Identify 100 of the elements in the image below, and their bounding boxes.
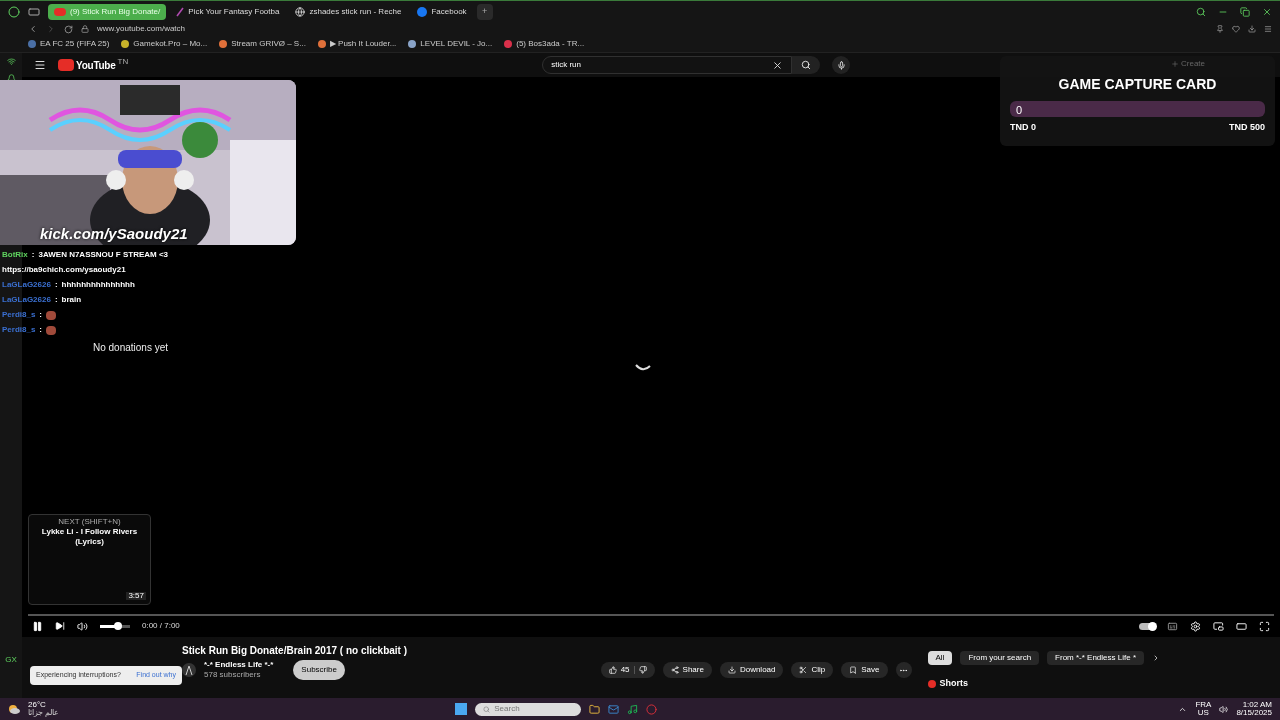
tab-label: zshades stick run - Reche xyxy=(309,5,402,18)
channel-avatar-icon[interactable] xyxy=(182,663,196,677)
browser-tab[interactable]: Pick Your Fantasy Footba xyxy=(170,3,286,20)
heart-icon[interactable] xyxy=(1232,25,1240,33)
chat-message: hhhhhhhhhhhhhhh xyxy=(61,279,135,291)
emote-icon xyxy=(46,325,57,335)
video-logo-icon xyxy=(54,7,66,16)
emote-icon xyxy=(46,310,57,320)
settings-icon[interactable] xyxy=(1190,620,1201,632)
more-button[interactable] xyxy=(895,662,912,678)
logo-text: YouTube xyxy=(76,58,116,73)
close-icon[interactable] xyxy=(1262,6,1272,17)
play-logo-icon xyxy=(58,59,74,71)
chat-username: LaGLaG2626 xyxy=(2,279,51,291)
filter-chip[interactable]: From your search xyxy=(960,651,1040,665)
scissors-icon xyxy=(799,666,808,674)
back-icon[interactable] xyxy=(28,24,38,34)
filter-chip[interactable]: All xyxy=(927,651,953,665)
section-heading: Shorts xyxy=(939,677,968,690)
chat-message: brain xyxy=(61,294,82,306)
share-icon xyxy=(670,666,679,674)
action-button[interactable]: Save xyxy=(841,662,888,678)
folder-icon[interactable] xyxy=(589,703,601,715)
restore-icon[interactable] xyxy=(1240,6,1250,17)
like-count[interactable]: 45 xyxy=(620,664,630,676)
chat-message: 3AWEN N7ASSNOU F STREAM <3 xyxy=(38,249,169,261)
action-button[interactable]: Share xyxy=(662,662,712,678)
chat-separator: : xyxy=(54,294,58,306)
autoplay-toggle[interactable] xyxy=(1139,622,1155,630)
region-label: TN xyxy=(117,57,129,66)
new-tab-button[interactable]: + xyxy=(476,3,493,20)
volume-icon[interactable] xyxy=(77,620,88,632)
circle-app-icon[interactable] xyxy=(646,703,658,715)
filter-chip[interactable]: From *-* Endless Life * xyxy=(1047,651,1144,665)
mail-icon[interactable] xyxy=(608,703,620,715)
chat-username: Perdi8_s xyxy=(2,324,36,336)
search-button[interactable] xyxy=(792,56,821,74)
donations-message: No donations yet xyxy=(93,341,169,355)
tab-label: (9) Stick Run Big Donate/ xyxy=(70,5,161,18)
shorts-logo-icon xyxy=(927,679,936,688)
subscribe-button[interactable]: Subscribe xyxy=(293,660,345,680)
goal-title: GAME CAPTURE CARD xyxy=(1057,75,1218,94)
loading-spinner-icon xyxy=(634,363,652,373)
next-video-card[interactable]: NEXT (SHIFT+N) Lykke Li - I Follow Rivers (Lyrics) 3:57 xyxy=(28,514,151,605)
address-field[interactable]: www.youtube.com/watch xyxy=(97,23,186,35)
video-title: Stick Run Big Donate/Brain 2017 ( no clickbait ) xyxy=(182,644,409,658)
language-label[interactable]: FRA xyxy=(1195,701,1212,709)
lock-icon xyxy=(81,25,89,33)
goal-max: TND 500 xyxy=(1229,121,1265,134)
clock-date[interactable]: 8/15/2025 xyxy=(1236,709,1272,717)
weather-icon[interactable] xyxy=(8,704,20,714)
action-button[interactable]: Download xyxy=(719,662,784,678)
dislike-icon[interactable] xyxy=(638,666,647,674)
voice-search-button[interactable] xyxy=(832,56,851,74)
browser-logo-icon[interactable] xyxy=(8,5,20,18)
start-icon[interactable] xyxy=(455,703,468,715)
search-icon[interactable] xyxy=(1196,6,1206,17)
music-icon[interactable] xyxy=(627,703,639,715)
next-label: NEXT (SHIFT+N) xyxy=(58,517,121,527)
volume-slider[interactable] xyxy=(100,624,130,628)
download-icon xyxy=(727,666,736,674)
pause-button[interactable] xyxy=(32,620,43,632)
action-button[interactable]: Clip xyxy=(791,662,834,678)
next-icon[interactable] xyxy=(55,621,65,631)
chat-message: https://ba9chich.com/ysaoudy21 xyxy=(2,264,126,276)
chat-separator: : xyxy=(31,249,35,261)
miniplayer-icon[interactable] xyxy=(1213,620,1224,632)
reload-icon[interactable] xyxy=(64,24,73,34)
subtitles-icon[interactable] xyxy=(1167,620,1178,632)
clock-time[interactable]: 1:02 AM xyxy=(1242,701,1272,709)
wifi-icon[interactable] xyxy=(6,57,16,66)
query-field[interactable]: stick run xyxy=(542,56,793,74)
search-icon xyxy=(801,60,812,70)
pin-icon[interactable] xyxy=(1216,25,1224,33)
slash-icon xyxy=(176,6,185,17)
tab-label: Pick Your Fantasy Footba xyxy=(188,5,280,18)
browser-tab[interactable]: Facebook xyxy=(411,3,473,20)
volume-icon[interactable] xyxy=(1219,704,1229,714)
plus-icon xyxy=(1171,60,1179,68)
channel-name[interactable]: *-* Endless Life *-* xyxy=(204,660,274,670)
chevron-icon[interactable] xyxy=(1152,654,1160,662)
workspace-icon[interactable] xyxy=(28,5,40,18)
webcam-caption: kick.com/ySaoudy21 xyxy=(40,226,188,241)
goal-amount: 0 xyxy=(1016,103,1023,117)
clear-icon[interactable] xyxy=(772,59,784,71)
download-icon[interactable] xyxy=(1248,25,1256,33)
bookmark-icon xyxy=(849,666,858,674)
search-field[interactable]: Search xyxy=(475,702,582,716)
weather-label: عالم جزائا xyxy=(28,709,60,717)
tab-label: Facebook xyxy=(431,5,467,18)
region-label[interactable]: US xyxy=(1197,709,1209,717)
menu-icon[interactable] xyxy=(34,59,46,71)
magnifier-icon xyxy=(483,705,491,713)
like-icon[interactable] xyxy=(608,666,617,674)
fullscreen-icon[interactable] xyxy=(1259,620,1270,632)
chat-separator: : xyxy=(39,324,43,336)
chat-username: LaGLaG2626 xyxy=(2,294,51,306)
browser-tab[interactable]: zshades stick run - Reche xyxy=(289,3,408,20)
sidebar-label[interactable]: GX xyxy=(5,654,17,666)
theater-mode-icon[interactable] xyxy=(1236,620,1247,632)
